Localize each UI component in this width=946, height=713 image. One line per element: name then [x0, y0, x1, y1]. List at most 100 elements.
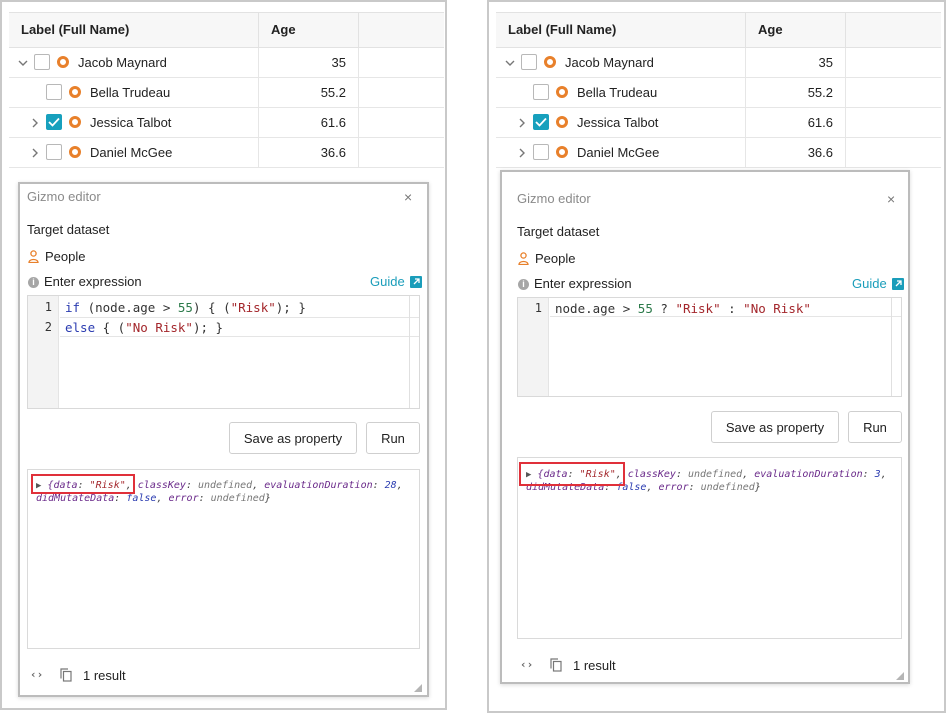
save-as-property-button[interactable]: Save as property [229, 422, 357, 454]
table-row[interactable]: Bella Trudeau 55.2 [496, 78, 941, 108]
circle-node-icon [69, 116, 81, 128]
result-count: 1 result [83, 668, 126, 683]
table-row[interactable]: Jessica Talbot 61.6 [9, 108, 444, 138]
row-checkbox[interactable] [34, 54, 50, 70]
save-as-property-button[interactable]: Save as property [711, 411, 839, 443]
table-row[interactable]: Jacob Maynard 35 [496, 48, 941, 78]
row-name: Daniel McGee [90, 145, 173, 160]
column-header-label[interactable]: Label (Full Name) [9, 13, 259, 47]
result-output: ▶ {data: "Risk", classKey: undefined, ev… [517, 457, 902, 639]
row-checkbox[interactable] [46, 84, 62, 100]
row-checkbox[interactable] [533, 84, 549, 100]
highlight-box [519, 462, 625, 486]
table-row[interactable]: Bella Trudeau 55.2 [9, 78, 444, 108]
row-checkbox-checked[interactable] [533, 114, 549, 130]
enter-expression-label: Enter expression [44, 274, 142, 289]
row-checkbox[interactable] [533, 144, 549, 160]
result-footer: ‹› [30, 668, 43, 681]
row-age: 55.2 [746, 78, 846, 107]
dataset-name[interactable]: People [535, 251, 575, 266]
header-filler [359, 13, 444, 47]
result-count: 1 result [573, 658, 616, 673]
row-name: Bella Trudeau [577, 85, 658, 100]
dataset-name[interactable]: People [45, 249, 85, 264]
row-checkbox[interactable] [46, 144, 62, 160]
external-link-icon [409, 275, 422, 288]
row-name: Bella Trudeau [90, 85, 171, 100]
resize-handle-icon[interactable] [413, 680, 423, 698]
code-braces-icon[interactable]: ‹› [30, 668, 43, 681]
circle-node-icon [556, 86, 568, 98]
guide-link[interactable]: Guide [370, 274, 422, 289]
code-line-2[interactable]: else { ("No Risk"); } [65, 320, 223, 335]
run-button[interactable]: Run [848, 411, 902, 443]
table-header: Label (Full Name) Age [496, 12, 941, 48]
copy-icon[interactable] [60, 668, 72, 687]
column-header-label[interactable]: Label (Full Name) [496, 13, 746, 47]
row-name: Daniel McGee [577, 145, 660, 160]
close-icon[interactable]: × [887, 192, 895, 206]
circle-node-icon [556, 146, 568, 158]
column-header-age[interactable]: Age [746, 13, 846, 47]
result-output: ▶ {data: "Risk", classKey: undefined, ev… [27, 469, 420, 649]
code-line-1[interactable]: if (node.age > 55) { ("Risk"); } [65, 300, 306, 315]
circle-node-icon [69, 86, 81, 98]
table-row[interactable]: Daniel McGee 36.6 [496, 138, 941, 168]
info-icon: i [518, 279, 529, 290]
close-icon[interactable]: × [404, 190, 412, 204]
row-age: 61.6 [746, 108, 846, 137]
chevron-down-icon[interactable] [505, 56, 515, 70]
table-header: Label (Full Name) Age [9, 12, 444, 48]
chevron-right-icon[interactable] [517, 146, 527, 160]
highlight-box [31, 474, 135, 494]
target-dataset-label: Target dataset [27, 222, 110, 237]
run-button[interactable]: Run [366, 422, 420, 454]
guide-label: Guide [852, 276, 887, 291]
table-row[interactable]: Daniel McGee 36.6 [9, 138, 444, 168]
row-checkbox-checked[interactable] [46, 114, 62, 130]
editor-title: Gizmo editor [27, 189, 101, 204]
graph-table: Label (Full Name) Age Jacob Maynard 35 B… [496, 12, 941, 168]
table-row[interactable]: Jessica Talbot 61.6 [496, 108, 941, 138]
target-dataset-label: Target dataset [517, 224, 600, 239]
resize-handle-icon[interactable] [895, 668, 905, 686]
info-icon: i [28, 277, 39, 288]
code-braces-icon[interactable]: ‹› [520, 658, 533, 671]
gizmo-editor-panel: Gizmo editor × Target dataset People i E… [18, 182, 429, 697]
chevron-down-icon[interactable] [18, 56, 28, 70]
line-number: 1 [44, 300, 52, 314]
circle-node-icon [57, 56, 69, 68]
editor-scrollbar[interactable] [409, 296, 419, 408]
circle-node-icon [556, 116, 568, 128]
chevron-right-icon[interactable] [30, 146, 40, 160]
line-number: 1 [534, 301, 542, 315]
editor-title: Gizmo editor [517, 191, 591, 206]
code-editor[interactable]: 1 node.age > 55 ? "Risk" : "No Risk" [517, 297, 902, 397]
result-footer: ‹› [520, 658, 533, 671]
gizmo-editor-panel: Gizmo editor × Target dataset People i E… [500, 170, 910, 684]
chevron-right-icon[interactable] [30, 116, 40, 130]
column-header-age[interactable]: Age [259, 13, 359, 47]
external-link-icon [891, 277, 904, 290]
enter-expression-label: Enter expression [534, 276, 632, 291]
guide-label: Guide [370, 274, 405, 289]
guide-link[interactable]: Guide [852, 276, 904, 291]
table-row[interactable]: Jacob Maynard 35 [9, 48, 444, 78]
circle-node-icon [544, 56, 556, 68]
left-screenshot-panel: Label (Full Name) Age Jacob Maynard 35 B… [0, 0, 447, 710]
row-name: Jacob Maynard [78, 55, 167, 70]
circle-node-icon [69, 146, 81, 158]
row-age: 36.6 [746, 138, 846, 167]
graph-table: Label (Full Name) Age Jacob Maynard 35 B… [9, 12, 444, 168]
row-age: 35 [746, 48, 846, 77]
row-checkbox[interactable] [521, 54, 537, 70]
chevron-right-icon[interactable] [517, 116, 527, 130]
right-screenshot-panel: Label (Full Name) Age Jacob Maynard 35 B… [487, 0, 946, 713]
row-age: 61.6 [259, 108, 359, 137]
code-line-1[interactable]: node.age > 55 ? "Risk" : "No Risk" [555, 301, 811, 316]
editor-scrollbar[interactable] [891, 298, 901, 396]
copy-icon[interactable] [550, 658, 562, 677]
row-name: Jessica Talbot [90, 115, 172, 130]
code-editor[interactable]: 1 if (node.age > 55) { ("Risk"); } 2 els… [27, 295, 420, 409]
line-number: 2 [44, 320, 52, 334]
